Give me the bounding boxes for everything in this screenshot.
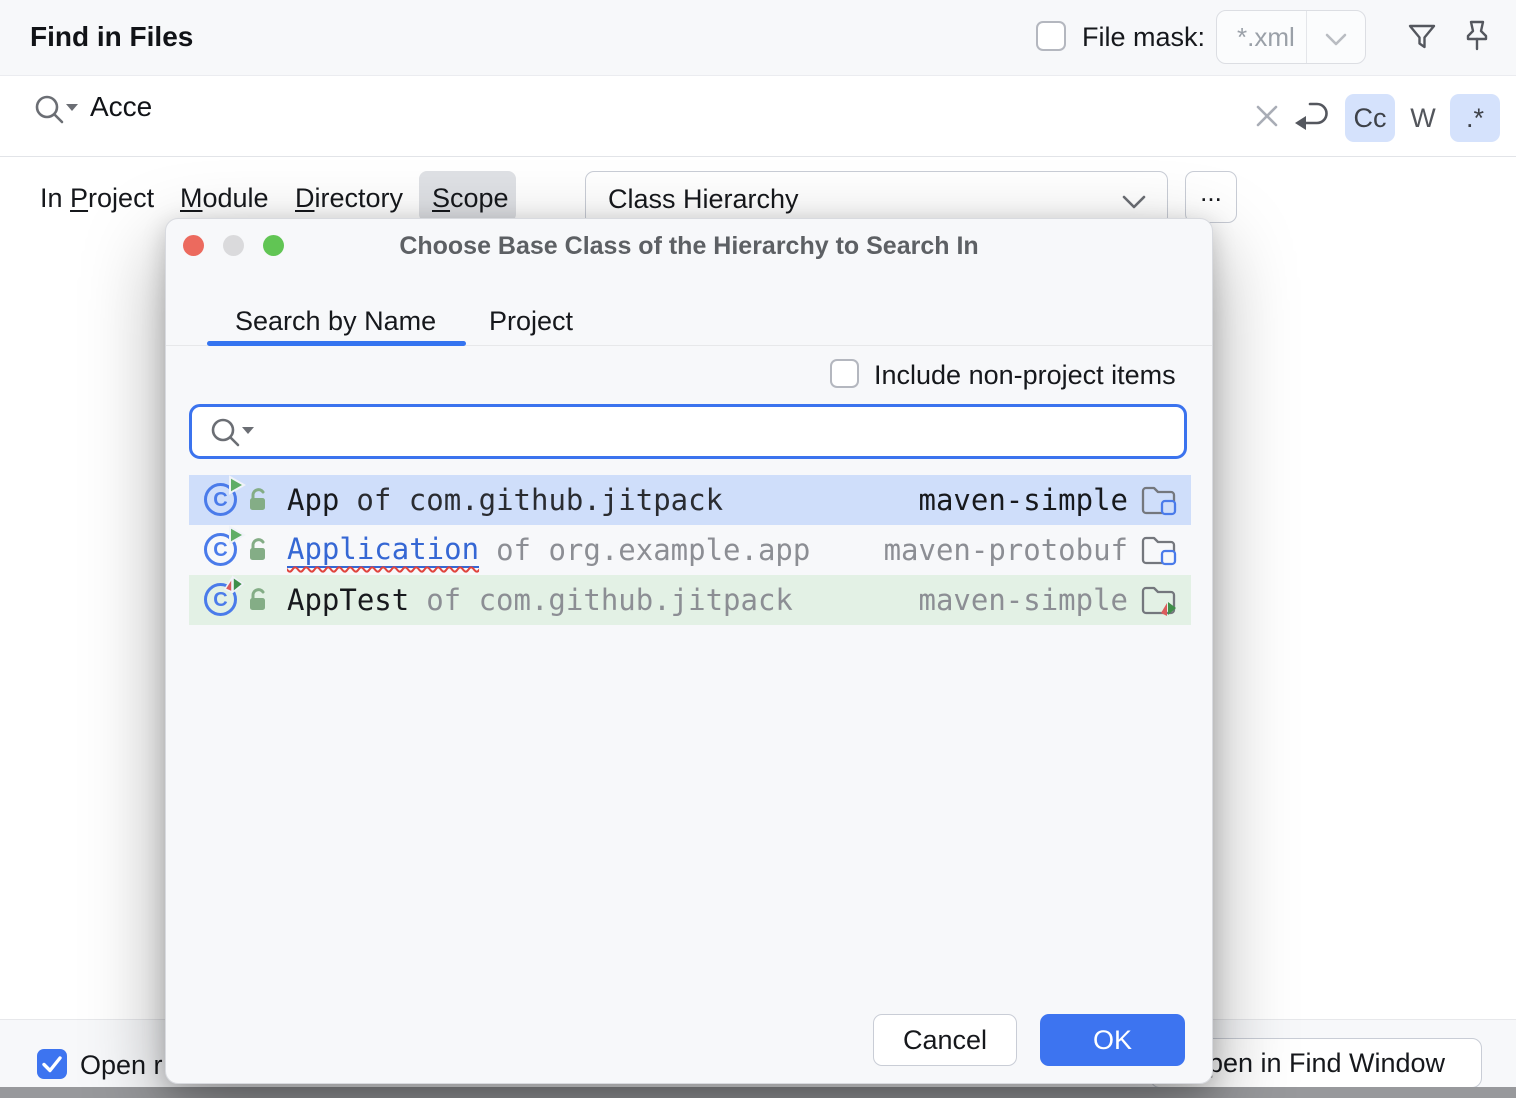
- class-package: of com.github.jitpack: [426, 583, 793, 617]
- window-header: Find in Files File mask: *.xml: [0, 0, 1516, 76]
- module-name: maven-simple: [918, 483, 1128, 517]
- new-line-icon[interactable]: [1290, 95, 1334, 135]
- file-mask-label: File mask:: [1082, 22, 1205, 53]
- module-name: maven-protobuf: [884, 533, 1128, 567]
- filter-icon[interactable]: [1404, 19, 1440, 55]
- dialog-title: Choose Base Class of the Hierarchy to Se…: [166, 232, 1212, 261]
- list-item[interactable]: C AppTest of com.github.jitpack maven-si…: [189, 575, 1191, 625]
- choose-base-class-dialog: Choose Base Class of the Hierarchy to Se…: [165, 218, 1213, 1084]
- module-folder-icon: [1140, 533, 1178, 567]
- search-history-icon[interactable]: [30, 89, 82, 133]
- test-module-folder-icon: [1140, 583, 1178, 617]
- unlocked-icon: [246, 486, 270, 514]
- list-item[interactable]: C App of com.github.jitpack maven-simple: [189, 475, 1191, 525]
- run-badge-icon: [226, 525, 246, 545]
- file-mask-value: *.xml: [1237, 22, 1295, 53]
- scope-option-in-project[interactable]: In Project: [40, 183, 154, 214]
- tab-search-by-name[interactable]: Search by Name: [235, 306, 436, 337]
- search-input[interactable]: Acce: [90, 91, 152, 123]
- chevron-down-icon: [1121, 195, 1147, 210]
- test-class-icon: C: [204, 583, 238, 617]
- whole-words-toggle[interactable]: W: [1398, 94, 1448, 142]
- pin-icon[interactable]: [1458, 17, 1496, 57]
- test-badge-icon: [222, 575, 246, 595]
- clear-search-icon[interactable]: [1252, 101, 1282, 131]
- include-non-project-checkbox[interactable]: [830, 359, 859, 388]
- class-search-input[interactable]: [189, 404, 1187, 459]
- window-bottom-edge: [0, 1087, 1516, 1098]
- find-in-files-window: Find in Files File mask: *.xml Acce Cc W…: [0, 0, 1516, 1098]
- module-name: maven-simple: [918, 583, 1128, 617]
- open-results-checkbox[interactable]: [37, 1049, 67, 1079]
- search-icon: [207, 414, 259, 454]
- runnable-class-icon: C: [204, 483, 238, 517]
- active-tab-indicator: [207, 341, 466, 346]
- checkmark-icon: [37, 1049, 67, 1079]
- scope-more-button[interactable]: ...: [1185, 171, 1237, 223]
- module-folder-icon: [1140, 483, 1178, 517]
- regex-toggle[interactable]: .*: [1450, 94, 1500, 142]
- include-non-project-label: Include non-project items: [874, 360, 1176, 391]
- unlocked-icon: [246, 536, 270, 564]
- open-results-label: Open r: [80, 1050, 163, 1081]
- scope-option-scope[interactable]: Scope: [432, 183, 509, 214]
- class-name: App: [287, 483, 339, 517]
- file-mask-checkbox[interactable]: [1036, 21, 1066, 51]
- class-name: Application: [287, 532, 479, 568]
- run-badge-icon: [226, 475, 246, 495]
- class-package: of com.github.jitpack: [356, 483, 723, 517]
- search-bar[interactable]: Acce Cc W .*: [0, 77, 1516, 157]
- list-item[interactable]: C Application of org.example.app maven-p…: [189, 525, 1191, 575]
- file-mask-combobox[interactable]: *.xml: [1216, 10, 1366, 64]
- scope-option-module[interactable]: Module: [180, 183, 269, 214]
- ok-button[interactable]: OK: [1040, 1014, 1185, 1066]
- tab-project[interactable]: Project: [489, 306, 573, 337]
- unlocked-icon: [246, 586, 270, 614]
- chevron-down-icon: [1324, 33, 1348, 47]
- class-name: AppTest: [287, 583, 409, 617]
- class-package: of org.example.app: [496, 533, 810, 567]
- page-title: Find in Files: [30, 21, 193, 53]
- scope-option-directory[interactable]: Directory: [295, 183, 403, 214]
- runnable-class-icon: C: [204, 533, 238, 567]
- results-list: C App of com.github.jitpack maven-simple…: [189, 475, 1191, 625]
- cancel-button[interactable]: Cancel: [873, 1014, 1017, 1066]
- scope-dropdown-value: Class Hierarchy: [608, 184, 799, 215]
- match-case-toggle[interactable]: Cc: [1345, 94, 1395, 142]
